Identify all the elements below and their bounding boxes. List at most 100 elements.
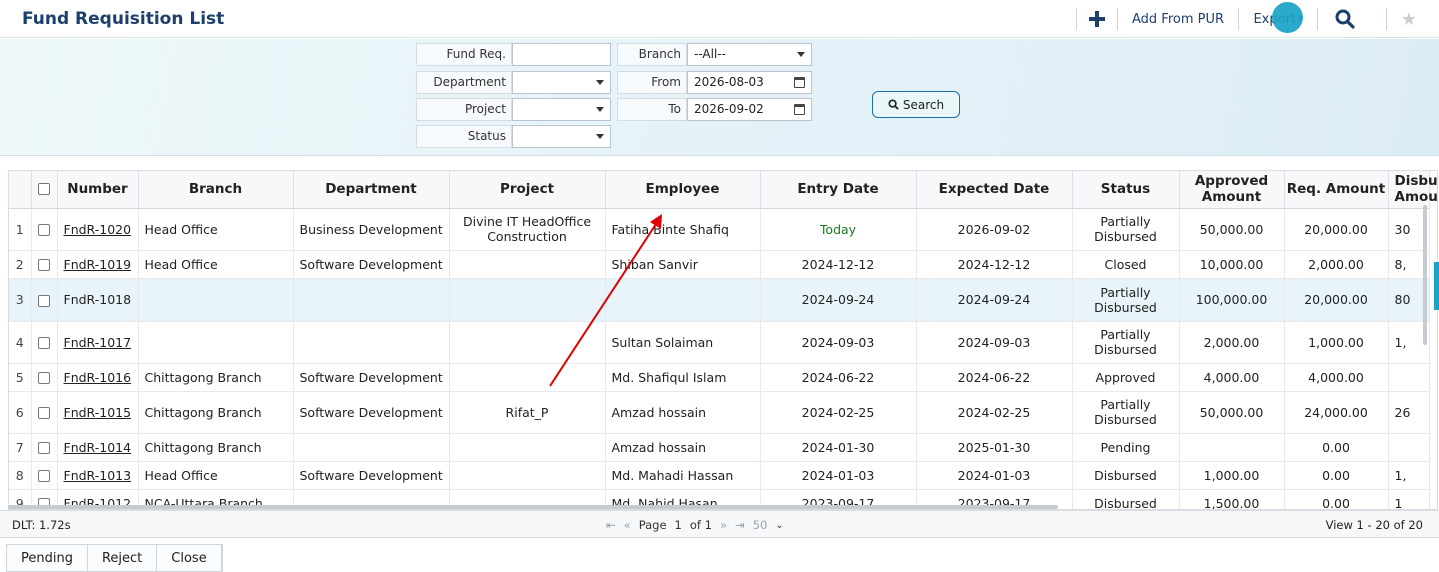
- approved-amount-cell: 100,000.00: [1179, 278, 1285, 322]
- col-department[interactable]: Department: [293, 171, 450, 209]
- department-cell: [293, 278, 450, 322]
- number-link[interactable]: FndR-1018: [57, 278, 139, 322]
- branch-cell: Head Office: [138, 250, 294, 279]
- dlt-text: DLT: 1.72s: [12, 518, 71, 532]
- requisition-table: Number Branch Department Project Employe…: [9, 171, 1437, 509]
- number-link[interactable]: FndR-1017: [57, 321, 139, 364]
- number-link[interactable]: FndR-1014: [57, 433, 139, 462]
- row-checkbox[interactable]: [31, 433, 58, 462]
- row-checkbox[interactable]: [31, 321, 58, 364]
- table-row[interactable]: 1 FndR-1020 Head Office Business Developmen…: [9, 208, 1430, 251]
- row-checkbox[interactable]: [31, 461, 58, 490]
- to-date-input[interactable]: 2026-09-02: [687, 98, 812, 121]
- col-expected-date[interactable]: Expected Date: [916, 171, 1073, 209]
- add-button[interactable]: [1082, 0, 1112, 38]
- col-project[interactable]: Project: [449, 171, 606, 209]
- add-from-pur-button[interactable]: Add From PUR: [1128, 0, 1228, 38]
- status-cell: Approved: [1072, 363, 1180, 392]
- row-checkbox[interactable]: [31, 363, 58, 392]
- star-icon[interactable]: ★: [1396, 0, 1422, 38]
- search-toggle-button[interactable]: [1328, 0, 1362, 38]
- expected-date-cell: 2024-09-24: [916, 278, 1073, 322]
- project-select[interactable]: [512, 98, 611, 121]
- table-row[interactable]: 7 FndR-1014 Chittagong Branch Amzad hossain…: [9, 433, 1430, 462]
- branch-select[interactable]: --All--: [687, 43, 812, 66]
- from-date-input[interactable]: 2026-08-03: [687, 71, 812, 94]
- col-branch[interactable]: Branch: [138, 171, 294, 209]
- side-tab[interactable]: [1434, 262, 1439, 310]
- row-number: 8: [9, 461, 32, 490]
- status-cell: Partially Disbursed: [1072, 278, 1180, 322]
- vertical-scrollbar[interactable]: [1423, 205, 1427, 345]
- branch-label: Branch: [617, 43, 687, 66]
- pager: ⇤ « Page 1 of 1 » ⇥ 50 ⌄: [606, 518, 784, 532]
- table-row[interactable]: 5 FndR-1016 Chittagong Branch Software Deve…: [9, 363, 1430, 392]
- req-amount-cell: 1,000.00: [1284, 321, 1389, 364]
- expected-date-cell: 2024-12-12: [916, 250, 1073, 279]
- number-link[interactable]: FndR-1013: [57, 461, 139, 490]
- col-employee[interactable]: Employee: [605, 171, 761, 209]
- req-amount-cell: 0.00: [1284, 461, 1389, 490]
- number-link[interactable]: FndR-1020: [57, 208, 139, 251]
- page-label: Page: [638, 518, 667, 532]
- number-link[interactable]: FndR-1015: [57, 391, 139, 434]
- per-page-select[interactable]: 50: [753, 518, 768, 532]
- number-link[interactable]: FndR-1016: [57, 363, 139, 392]
- chevron-down-icon[interactable]: ⌄: [775, 520, 783, 531]
- table-row[interactable]: 6 FndR-1015 Chittagong Branch Software Deve…: [9, 391, 1430, 434]
- col-entry-date[interactable]: Entry Date: [760, 171, 917, 209]
- department-label: Department: [416, 71, 512, 94]
- employee-cell: [605, 278, 761, 322]
- project-label: Project: [416, 98, 512, 121]
- row-checkbox[interactable]: [31, 391, 58, 434]
- row-checkbox[interactable]: [31, 278, 58, 322]
- close-button[interactable]: Close: [157, 545, 222, 572]
- req-amount-cell: 0.00: [1284, 489, 1389, 509]
- project-cell: [449, 321, 606, 364]
- calendar-icon[interactable]: [794, 77, 805, 88]
- col-req-amount[interactable]: Req. Amount: [1284, 171, 1389, 209]
- col-disbursed-amount[interactable]: Disbursed Amount: [1388, 171, 1437, 209]
- row-number: 1: [9, 208, 32, 251]
- table-row[interactable]: 4 FndR-1017 Sultan Solaiman 2024-09-03 2024-…: [9, 321, 1430, 364]
- expected-date-cell: 2024-02-25: [916, 391, 1073, 434]
- table-row[interactable]: 3 FndR-1018 2024-09-24 2024-09-24 Partially …: [9, 278, 1430, 322]
- table-row[interactable]: 2 FndR-1019 Head Office Software Developmen…: [9, 250, 1430, 279]
- number-link[interactable]: FndR-1019: [57, 250, 139, 279]
- col-status[interactable]: Status: [1072, 171, 1180, 209]
- department-select[interactable]: [512, 71, 611, 94]
- search-button[interactable]: Search: [872, 91, 960, 118]
- pending-button[interactable]: Pending: [7, 545, 88, 572]
- horizontal-scrollbar[interactable]: [8, 505, 1058, 509]
- search-icon: [888, 99, 899, 110]
- chevron-down-icon: [596, 107, 604, 112]
- row-checkbox[interactable]: [31, 250, 58, 279]
- employee-cell: Shiban Sanvir: [605, 250, 761, 279]
- divider: [1317, 8, 1318, 30]
- disbursed-amount-cell: [1388, 433, 1430, 462]
- table-row[interactable]: 8 FndR-1013 Head Office Software Developmen…: [9, 461, 1430, 490]
- last-page-icon[interactable]: ⇥: [735, 518, 745, 532]
- approved-amount-cell: 1,500.00: [1179, 489, 1285, 509]
- department-cell: Software Development: [293, 461, 450, 490]
- calendar-icon[interactable]: [794, 104, 805, 115]
- select-all-checkbox[interactable]: [31, 171, 58, 209]
- next-page-icon[interactable]: »: [720, 518, 727, 532]
- total-pages: 1: [704, 518, 712, 532]
- row-checkbox[interactable]: [31, 208, 58, 251]
- fund-req-input[interactable]: [512, 43, 611, 66]
- expected-date-cell: 2026-09-02: [916, 208, 1073, 251]
- page-header: Fund Requisition List Add From PUR Expor…: [0, 0, 1439, 38]
- divider: [1386, 8, 1387, 30]
- col-number[interactable]: Number: [57, 171, 139, 209]
- branch-cell: Head Office: [138, 208, 294, 251]
- status-select[interactable]: [512, 125, 611, 148]
- page-input[interactable]: 1: [675, 518, 682, 532]
- col-approved-amount[interactable]: Approved Amount: [1179, 171, 1285, 209]
- reject-button[interactable]: Reject: [88, 545, 158, 572]
- first-page-icon[interactable]: ⇤: [606, 518, 616, 532]
- row-number: 2: [9, 250, 32, 279]
- disbursed-amount-cell: 1: [1388, 489, 1430, 509]
- prev-page-icon[interactable]: «: [624, 518, 631, 532]
- project-cell: [449, 461, 606, 490]
